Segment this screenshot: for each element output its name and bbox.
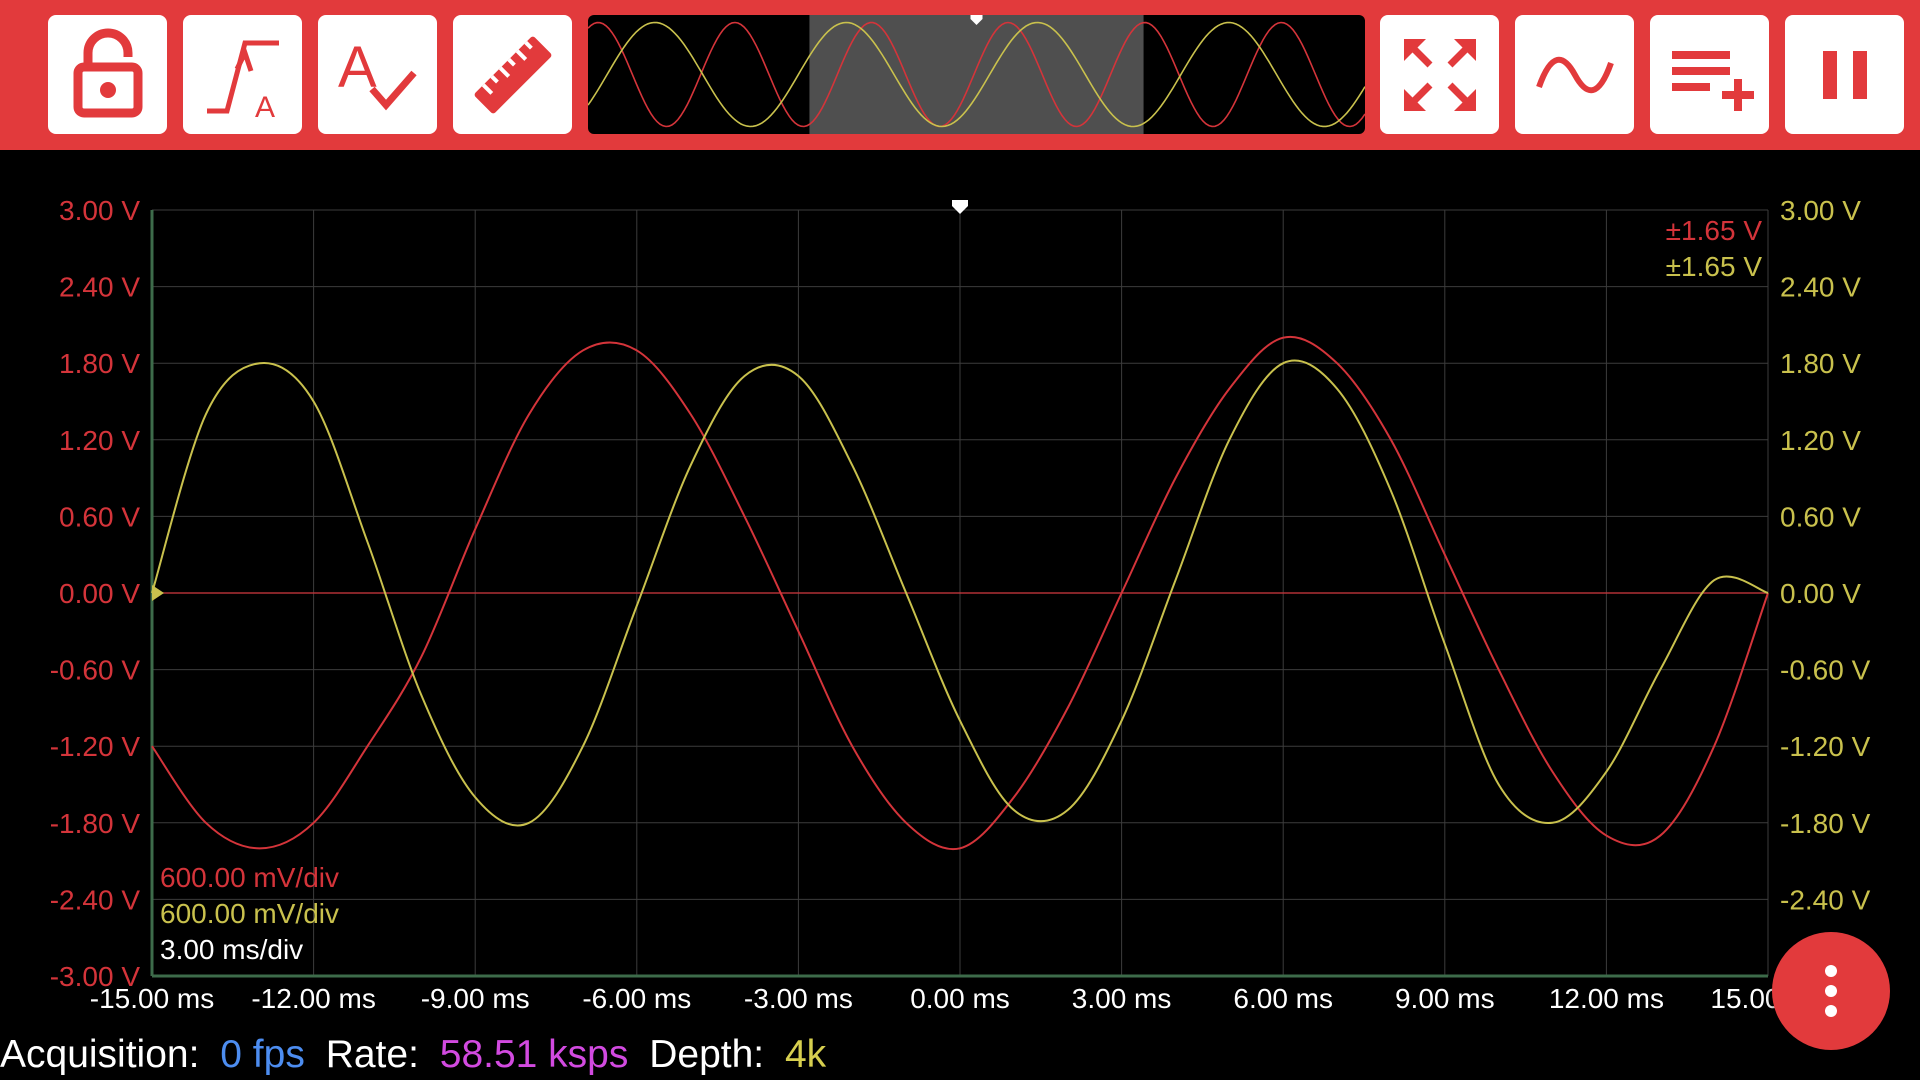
depth-value: 4k: [784, 1033, 827, 1076]
status-bar: Acquisition: 0 fps Rate: 58.51 ksps Dept…: [0, 1030, 826, 1080]
y-tick-label-left: -1.80 V: [50, 808, 141, 839]
y-tick-label-right: 0.60 V: [1780, 501, 1861, 532]
y-tick-label-right: 2.40 V: [1780, 272, 1861, 303]
y-tick-label-left: -1.20 V: [50, 731, 141, 762]
x-tick-label: -15.00 ms: [90, 983, 215, 1014]
x-tick-label: 12.00 ms: [1549, 983, 1664, 1014]
fullscreen-button[interactable]: [1380, 15, 1499, 134]
waveform-overview[interactable]: [588, 15, 1365, 134]
waveform-plot[interactable]: 3.00 V 2.40 V 1.80 V 1.20 V 0.60 V 0.00 V -0.6…: [0, 150, 1920, 1030]
y-tick-label-right: -1.80 V: [1780, 808, 1871, 839]
y-tick-label-left: 1.20 V: [59, 425, 140, 456]
y-tick-label-left: 0.60 V: [59, 501, 140, 532]
rate-value: 58.51 ksps: [439, 1033, 629, 1076]
y-tick-label-right: -2.40 V: [1780, 884, 1871, 915]
y-tick-label-right: 0.00 V: [1780, 578, 1861, 609]
acquisition-label: Acquisition:: [0, 1033, 200, 1076]
playlist-add-icon: [1671, 50, 1754, 111]
y-tick-label-right: -0.60 V: [1780, 655, 1871, 686]
pause-icon: [1822, 50, 1867, 99]
x-tick-label: 9.00 ms: [1395, 983, 1495, 1014]
overview-window[interactable]: [809, 15, 1144, 134]
y-tick-label-right: 1.80 V: [1780, 348, 1861, 379]
trigger-channel-label: A: [255, 91, 275, 124]
y-tick-label-left: 3.00 V: [59, 195, 140, 226]
channel-range-label: ±1.65 V: [1666, 215, 1763, 246]
auto-setup-button[interactable]: A: [318, 15, 437, 134]
y-tick-label-right: -1.20 V: [1780, 731, 1871, 762]
trigger-button[interactable]: A: [183, 15, 302, 134]
measure-button[interactable]: [453, 15, 572, 134]
trigger-time-marker[interactable]: [952, 200, 968, 214]
add-list-button[interactable]: [1650, 15, 1769, 134]
expand-arrows-icon: [1403, 38, 1476, 111]
trigger-edge-icon: A: [206, 40, 279, 124]
auto-check-icon: A: [338, 35, 417, 110]
x-tick-label: -12.00 ms: [251, 983, 376, 1014]
lock-button[interactable]: [48, 15, 167, 134]
channel-offset-marker[interactable]: [152, 585, 164, 601]
sine-wave-icon: [1535, 56, 1614, 93]
x-tick-label: -6.00 ms: [582, 983, 691, 1014]
timebase-label: 3.00 ms/div: [160, 934, 303, 965]
overview-waveforms: [588, 15, 1365, 134]
channel-vdiv-label: 600.00 mV/div: [160, 898, 339, 929]
y-tick-label-left: -0.60 V: [50, 655, 141, 686]
channel-vdiv-label: 600.00 mV/div: [160, 862, 339, 893]
rate-label: Rate:: [325, 1033, 419, 1076]
toolbar: A A: [0, 0, 1920, 150]
x-tick-label: 6.00 ms: [1233, 983, 1333, 1014]
x-tick-label: -3.00 ms: [744, 983, 853, 1014]
y-tick-label-left: 0.00 V: [59, 578, 140, 609]
more-vertical-icon: [1825, 965, 1837, 1017]
y-tick-label-left: -2.40 V: [50, 884, 141, 915]
y-tick-label-left: 1.80 V: [59, 348, 140, 379]
depth-label: Depth:: [649, 1033, 765, 1076]
waveform-button[interactable]: [1515, 15, 1634, 134]
x-tick-label: -9.00 ms: [421, 983, 530, 1014]
x-tick-label: 3.00 ms: [1072, 983, 1172, 1014]
channel-range-label: ±1.65 V: [1666, 251, 1763, 282]
pause-button[interactable]: [1785, 15, 1904, 134]
scope-display[interactable]: 3.00 V 2.40 V 1.80 V 1.20 V 0.60 V 0.00 V -0.6…: [0, 150, 1920, 1030]
y-tick-label-right: 1.20 V: [1780, 425, 1861, 456]
lock-open-icon: [73, 28, 142, 117]
y-tick-label-right: 3.00 V: [1780, 195, 1861, 226]
more-options-button[interactable]: [1772, 932, 1890, 1050]
x-tick-label: 0.00 ms: [910, 983, 1010, 1014]
acquisition-value: 0 fps: [220, 1033, 305, 1076]
ruler-icon: [474, 36, 551, 113]
y-tick-label-left: 2.40 V: [59, 272, 140, 303]
